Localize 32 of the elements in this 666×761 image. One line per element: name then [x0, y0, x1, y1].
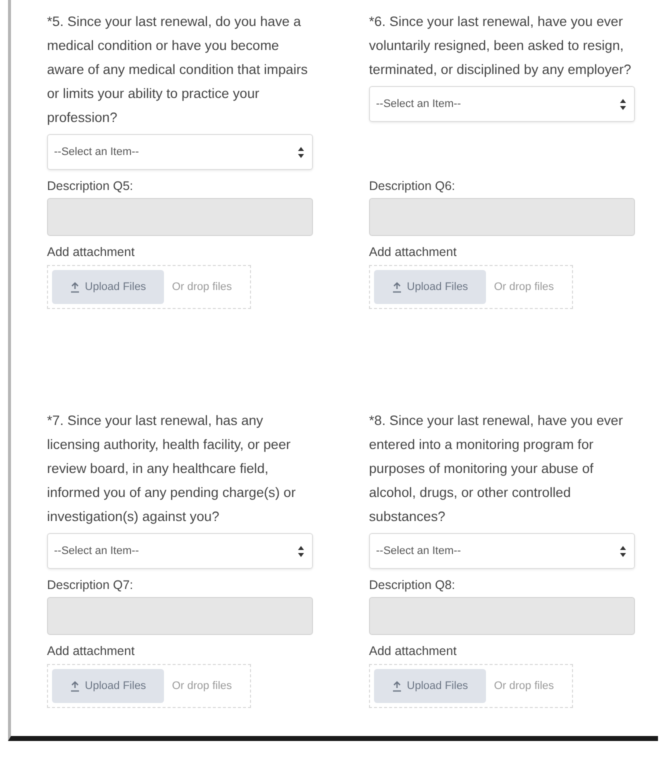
upload-icon [392, 282, 402, 292]
question-text: *5. Since your last renewal, do you have a medical condition or have you become aware of any medical condition that impairs or limits your ability to practice your profession? [47, 13, 309, 127]
up-down-arrows-icon [298, 146, 304, 158]
upload-icon [392, 680, 402, 692]
select-dropdown[interactable]: --Select an Item-- [369, 533, 635, 569]
upload-icon [70, 680, 80, 692]
attachment-label: Add attachment [47, 244, 136, 261]
question-text: *7. Since your last renewal, has any licensing authority, health facility, or peer review board, in any healthcare field, informed you of any pending charge(s) or investigation(s) against you? [47, 412, 297, 526]
file-drop-zone[interactable]: Upload Files Or drop files [47, 664, 251, 708]
upload-icon [70, 282, 80, 292]
description-label: Description Q8: [369, 577, 456, 594]
drop-hint: Or drop files [494, 281, 554, 293]
description-label: Description Q5: [47, 178, 134, 195]
file-drop-zone[interactable]: Upload Files Or drop files [369, 265, 573, 309]
select-dropdown[interactable]: --Select an Item-- [47, 134, 313, 170]
attachment-label: Add attachment [369, 643, 458, 660]
drop-hint: Or drop files [172, 281, 232, 293]
up-down-arrows-icon [298, 546, 304, 556]
file-drop-zone[interactable]: Upload Files Or drop files [47, 265, 251, 309]
question-text: *6. Since your last renewal, have you ever voluntarily resigned, been asked to resign, terminated, or disciplined by any employer? [369, 13, 632, 79]
description-label: Description Q6: [369, 178, 456, 195]
select-dropdown[interactable]: --Select an Item-- [47, 533, 313, 569]
select-dropdown[interactable]: --Select an Item-- [369, 86, 635, 122]
description-label: Description Q7: [47, 577, 134, 594]
up-down-arrows-icon [620, 546, 626, 556]
question-text: *8. Since your last renewal, have you ever entered into a monitoring program for purposes of monitoring your abuse of alcohol, drugs, or other controlled substances? [369, 412, 624, 526]
drop-hint: Or drop files [172, 680, 232, 692]
attachment-label: Add attachment [369, 244, 458, 261]
file-drop-zone[interactable]: Upload Files Or drop files [369, 664, 573, 708]
attachment-label: Add attachment [47, 643, 136, 660]
up-down-arrows-icon [620, 98, 626, 110]
drop-hint: Or drop files [494, 680, 554, 692]
